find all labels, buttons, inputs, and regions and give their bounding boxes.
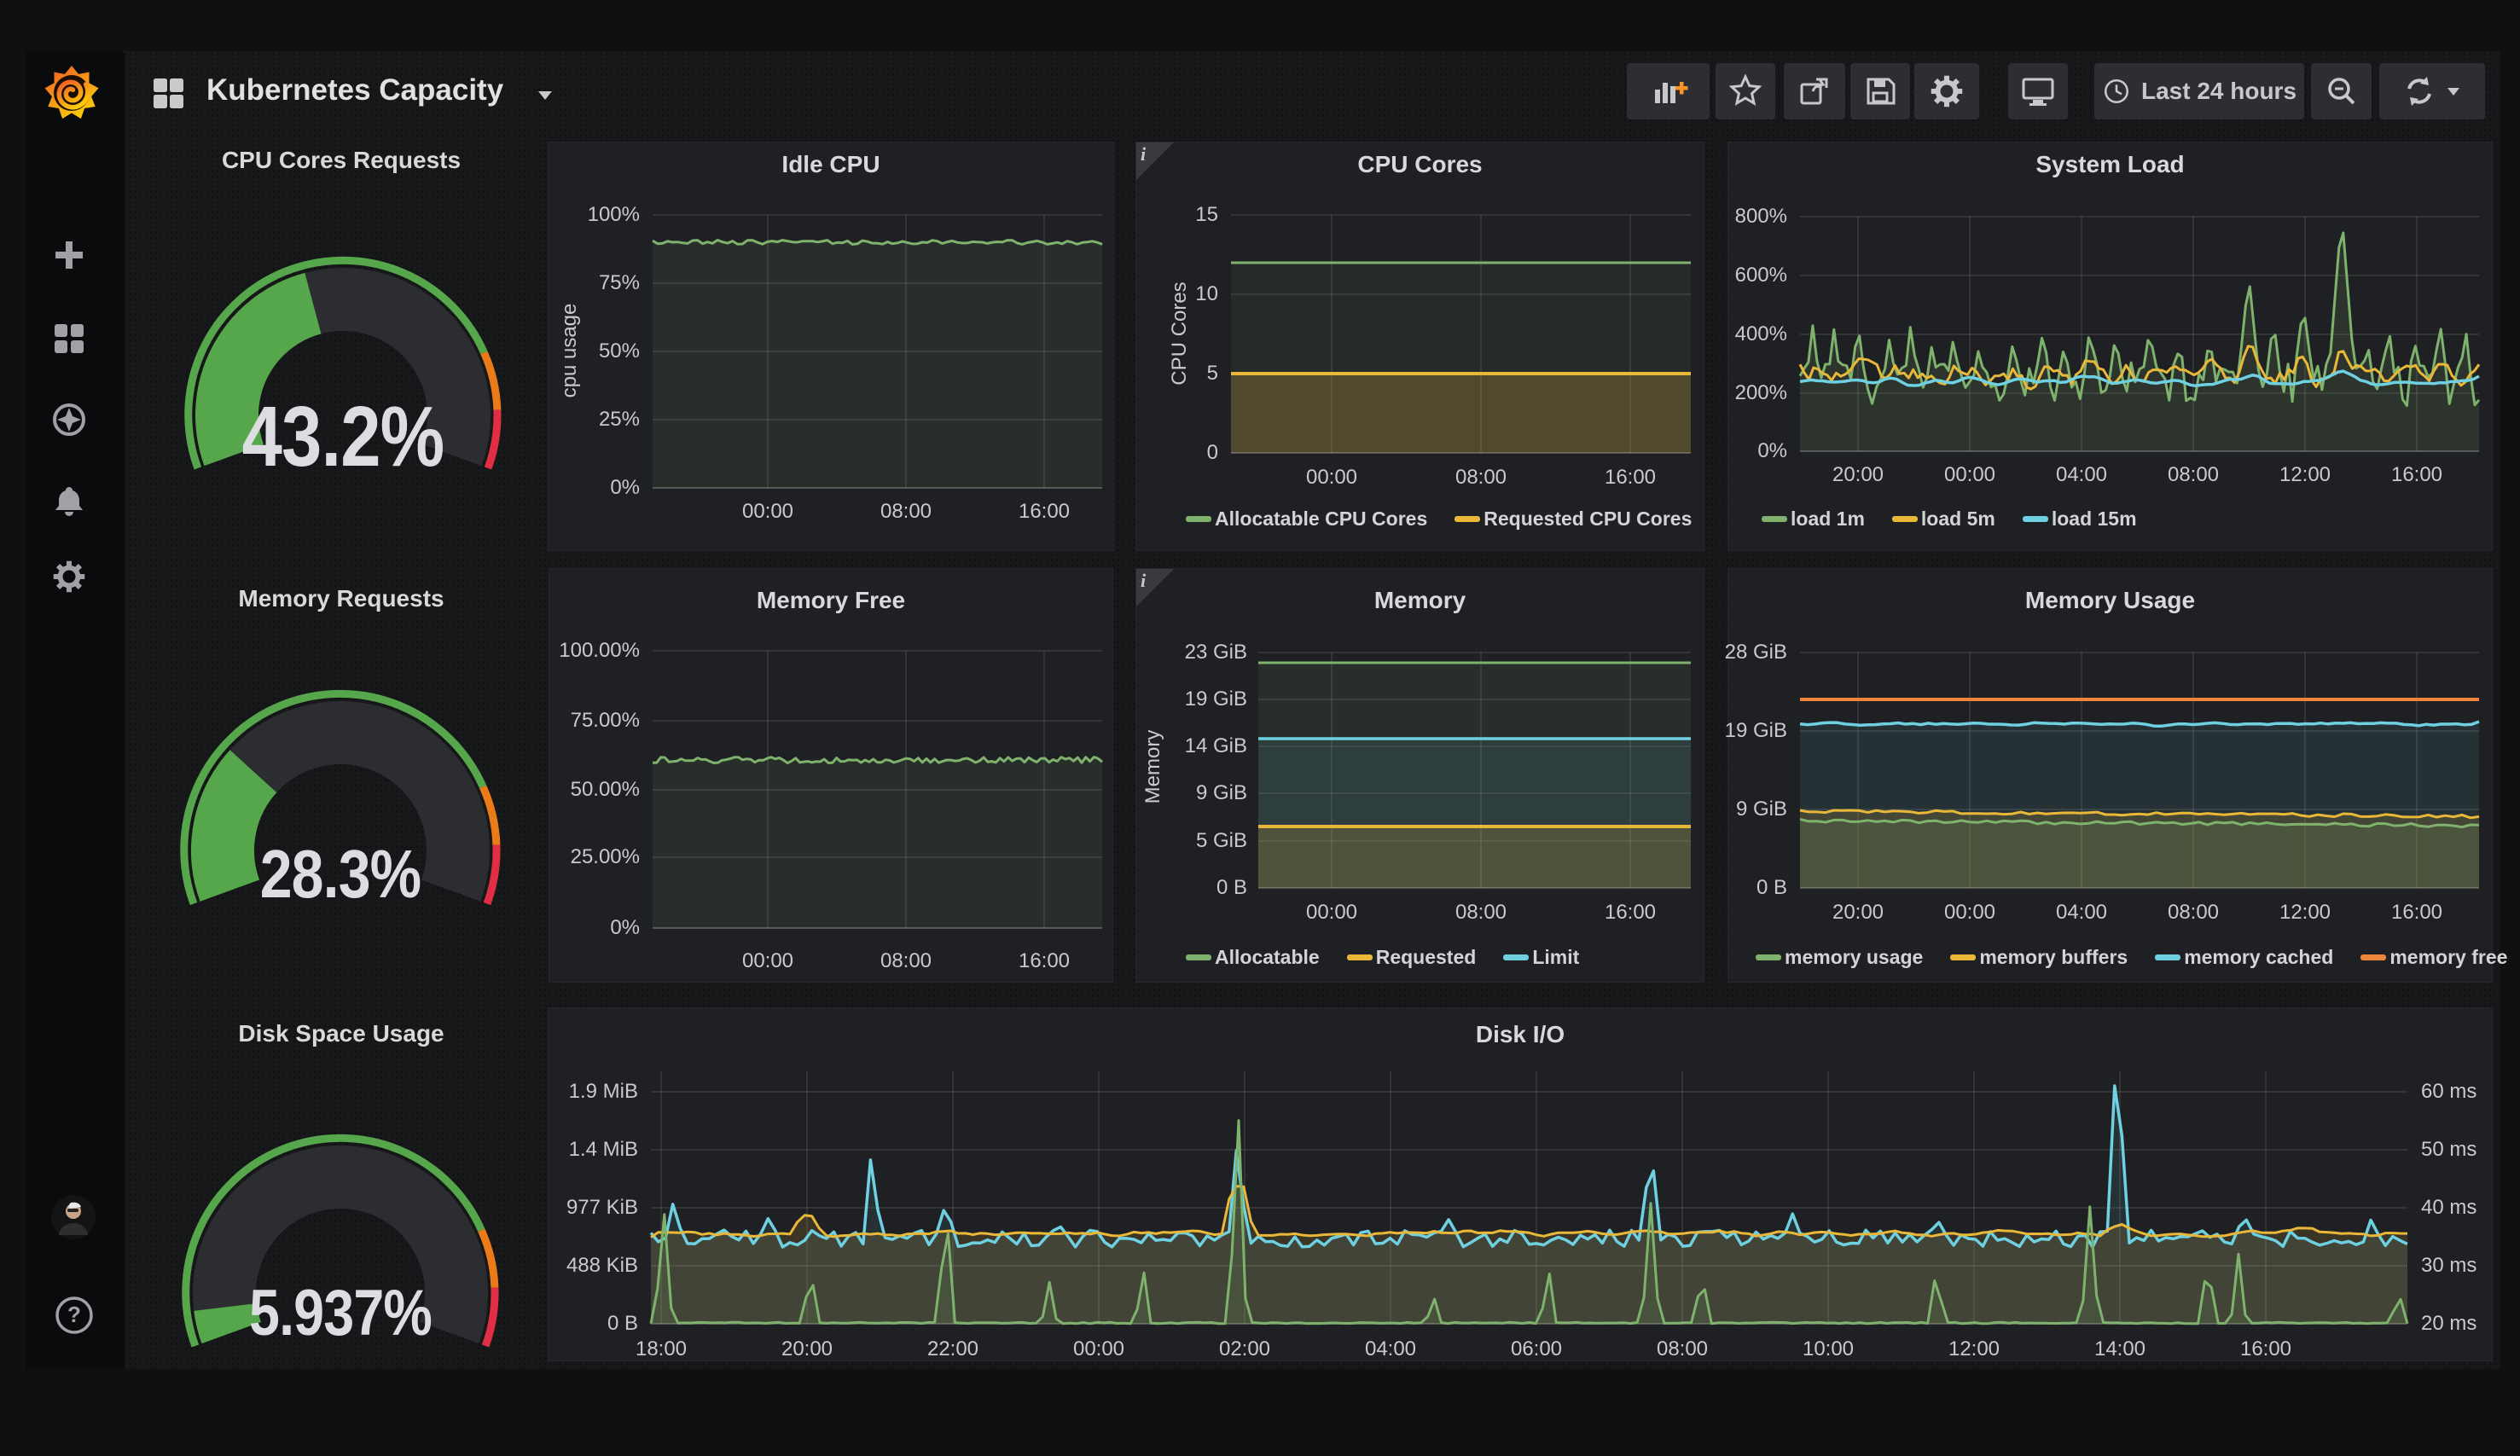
svg-text:?: ? [67, 1302, 81, 1327]
